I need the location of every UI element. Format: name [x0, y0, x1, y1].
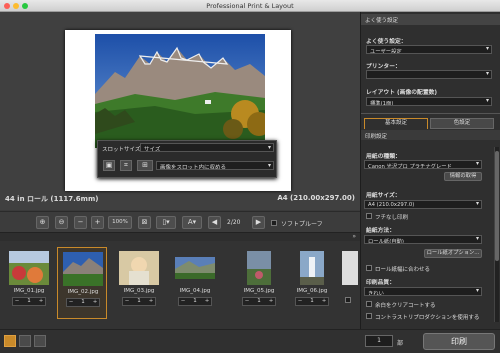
window-title: Professional Print & Layout	[206, 2, 294, 10]
crop-icon[interactable]: ⌗	[120, 160, 132, 171]
text-icon[interactable]: A▾	[182, 216, 202, 229]
copies-stepper[interactable]: −1 +	[295, 297, 329, 306]
paper-size-label: 用紙サイズ：	[366, 193, 401, 199]
thumbnail-divider[interactable]: »	[0, 232, 360, 241]
softproof-checkbox[interactable]	[271, 220, 277, 226]
favorites-dropdown[interactable]: ユーザー設定	[366, 45, 492, 54]
thumbnail-item-selected[interactable]: IMG_02.jpg −1 +	[57, 247, 107, 319]
copies-stepper[interactable]: −1 +	[66, 298, 100, 307]
collapse-icon[interactable]: »	[352, 233, 356, 240]
thumbnail-name: IMG_03.jpg	[123, 288, 155, 294]
softproof-label: ソフトプルーフ	[281, 221, 323, 228]
thumbnail-image	[300, 251, 324, 285]
thumbnail-image	[247, 251, 271, 285]
slot-size-dropdown[interactable]: サイズ	[140, 143, 274, 152]
thumbnail-name: IMG_05.jpg	[243, 288, 275, 294]
thumbnail-item-partial[interactable]	[342, 251, 358, 285]
title-bar: Professional Print & Layout	[0, 0, 500, 12]
copies-stepper[interactable]: −1 +	[242, 297, 276, 306]
thumbnail-item[interactable]: IMG_04.jpg −1 +	[170, 247, 220, 319]
copies-unit: 部	[397, 340, 404, 347]
remove-image-icon[interactable]: ⊖	[55, 216, 68, 229]
printer-dropdown[interactable]	[366, 70, 492, 79]
thumbnail-checkbox[interactable]	[345, 297, 351, 303]
thumbnail-strip: IMG_01.jpg −1 + IMG_02.jpg −1 + IMG_03.jpg…	[0, 241, 360, 329]
previous-page-button[interactable]: ◀	[208, 216, 221, 229]
page-counter: 2/20	[227, 219, 241, 226]
rotate-page-icon[interactable]: ▯▾	[156, 216, 176, 229]
tab-basic-settings[interactable]: 基本設定	[364, 118, 428, 129]
borderless-checkbox[interactable]	[366, 213, 372, 219]
zoom-in-icon[interactable]: +	[91, 216, 104, 229]
settings-scrollbar[interactable]	[494, 147, 499, 322]
clear-coat-checkbox[interactable]	[366, 301, 372, 307]
copies-stepper[interactable]: −1 +	[178, 297, 212, 306]
layout-label: レイアウト (画像の配置数)	[366, 90, 438, 96]
thumbnail-image	[175, 257, 215, 279]
copies-stepper[interactable]: −1 +	[122, 297, 156, 306]
preview-toolbar: ⊕ ⊖ − + 100% ⊠ ▯▾ A▾ ◀ 2/20 ▶ ソフトプルーフ	[0, 211, 360, 232]
print-quality-label: 印刷品質：	[366, 280, 395, 286]
thumbnail-name: IMG_04.jpg	[179, 288, 211, 294]
fit-roll-width-checkbox[interactable]	[366, 265, 372, 271]
contrast-checkbox[interactable]	[366, 313, 372, 319]
add-image-icon[interactable]: ⊕	[36, 216, 49, 229]
app-window: Professional Print & Layout スロットサイズ： サイズ…	[0, 0, 500, 353]
media-type-label: 用紙の種類：	[366, 154, 401, 160]
clear-coat-label: 余白をクリアコートする	[375, 303, 436, 309]
paper-source-dropdown[interactable]: ロール紙(自動)	[364, 235, 482, 244]
thumbnail-image	[119, 251, 159, 285]
fit-frame-icon[interactable]: ▣	[103, 160, 115, 171]
thumbnail-name: IMG_02.jpg	[67, 289, 99, 295]
thumbnail-name: IMG_01.jpg	[13, 288, 45, 294]
next-page-button[interactable]: ▶	[252, 216, 265, 229]
get-info-button[interactable]: 情報の取得	[444, 172, 482, 181]
bottom-bar: 1 部 印刷	[0, 329, 500, 353]
paper-info-bar: 44 in ロール (1117.6mm) A4 (210.00x297.00)	[0, 190, 360, 203]
copies-stepper[interactable]: −1 +	[12, 297, 46, 306]
thumbnail-item[interactable]: IMG_03.jpg −1 +	[114, 247, 164, 319]
thumbnail-item[interactable]: IMG_06.jpg −1 +	[287, 247, 337, 319]
print-settings-header: 印刷設定	[361, 130, 500, 140]
thumbnail-item[interactable]: IMG_01.jpg −1 +	[4, 247, 54, 319]
media-type-dropdown[interactable]: Canon 光沢プロ プラチナグレード	[364, 160, 482, 169]
zoom-level-dropdown[interactable]: 100%	[108, 216, 132, 229]
zoom-out-icon[interactable]: −	[74, 216, 87, 229]
settings-panel: よく使う設定 よく使う設定： ユーザー設定 プリンター： レイアウト (画像の配…	[360, 12, 500, 329]
tab-color-settings[interactable]: 色設定	[430, 118, 494, 129]
favorites-label: よく使う設定：	[366, 39, 407, 45]
paper-source-label: 給紙方法：	[366, 228, 395, 234]
thumbnail-image	[9, 251, 49, 285]
fit-page-icon[interactable]: ⊠	[138, 216, 151, 229]
fit-mode-dropdown[interactable]: 画像をスロット内に収める	[156, 161, 274, 170]
contrast-label: コントラストリプロダクションを使用する	[375, 315, 480, 321]
roll-options-button[interactable]: ロール紙オプション...	[424, 249, 482, 258]
print-quality-dropdown[interactable]: きれい	[364, 287, 482, 296]
slot-settings-panel: スロットサイズ： サイズ ▣ ⌗ ⊞ 画像をスロット内に収める	[97, 140, 277, 178]
grid-view-icon[interactable]	[34, 335, 46, 347]
single-view-icon[interactable]	[4, 335, 16, 347]
roll-size-text: 44 in ロール (1117.6mm)	[5, 195, 99, 203]
favorites-header: よく使う設定	[361, 14, 500, 25]
fit-roll-width-label: ロール紙幅に合わせる	[375, 267, 431, 273]
thumbnail-item[interactable]: IMG_05.jpg −1 +	[234, 247, 284, 319]
thumbnail-image	[63, 252, 103, 286]
copies-input[interactable]: 1	[365, 335, 393, 347]
layout-dropdown[interactable]: 標準(1面)	[366, 97, 492, 106]
preview-photo[interactable]	[95, 34, 265, 148]
split-view-icon[interactable]	[19, 335, 31, 347]
thumbnail-name: IMG_06.jpg	[296, 288, 328, 294]
borderless-label: フチなし印刷	[375, 215, 409, 221]
image-menu-icon[interactable]: ⊞	[137, 160, 153, 171]
print-button[interactable]: 印刷	[423, 333, 495, 350]
printer-label: プリンター：	[366, 64, 401, 70]
paper-size-dropdown[interactable]: A4 (210.0x297.0)	[364, 200, 482, 209]
paper-size-text: A4 (210.00x297.00)	[277, 194, 355, 202]
